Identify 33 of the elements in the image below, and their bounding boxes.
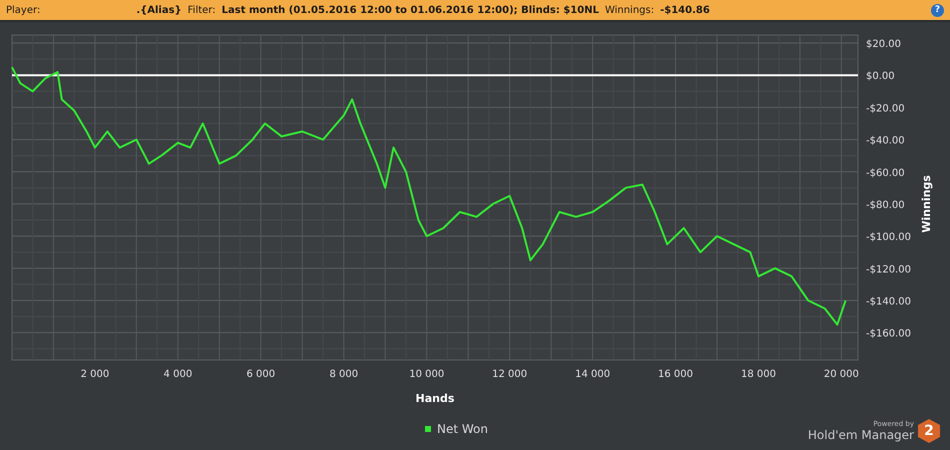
- x-tick-label: 18 000: [740, 369, 776, 380]
- x-tick-label: 4 000: [164, 369, 192, 380]
- help-icon[interactable]: ?: [931, 4, 944, 16]
- x-tick-label: 12 000: [492, 369, 528, 380]
- y-tick-label: -$120.00: [866, 264, 911, 276]
- filter-label: Player:: [6, 4, 40, 16]
- y-axis-title: Winnings: [920, 175, 933, 233]
- filter-value: -$140.86: [660, 4, 710, 16]
- y-tick-label: -$80.00: [866, 200, 905, 211]
- x-tick-label: 6 000: [246, 369, 276, 380]
- legend-swatch: [425, 426, 431, 432]
- y-tick-label: -$60.00: [866, 168, 905, 179]
- y-tick-label: -$160.00: [866, 328, 911, 340]
- y-tick-label: -$20.00: [866, 103, 905, 114]
- x-tick-label: 8 000: [329, 369, 358, 380]
- y-tick-label: -$100.00: [866, 232, 911, 244]
- filter-label: Winnings:: [604, 4, 654, 16]
- y-tick-label: $20.00: [866, 39, 901, 50]
- x-tick-label: 14 000: [575, 369, 610, 380]
- x-tick-label: 16 000: [658, 369, 694, 380]
- x-tick-label: 20 000: [824, 369, 859, 380]
- x-tick-label: 2 000: [80, 369, 110, 380]
- filter-value: Last month (01.05.2016 12:00 to 01.06.2016 12:00); Blinds: $10NL: [222, 4, 599, 16]
- x-tick-label: 10 000: [409, 369, 444, 380]
- y-tick-label: -$140.00: [866, 296, 911, 308]
- legend-label: Net Won: [437, 422, 488, 436]
- y-tick-label: -$40.00: [866, 136, 905, 147]
- filter-value: .{Alias}: [136, 4, 182, 16]
- brand-logo: 2: [918, 419, 940, 443]
- y-tick-label: $0.00: [866, 71, 895, 82]
- filter-label: Filter:: [188, 4, 216, 16]
- x-axis-title: Hands: [416, 392, 454, 405]
- brand-name: Hold'em Manager: [808, 428, 914, 442]
